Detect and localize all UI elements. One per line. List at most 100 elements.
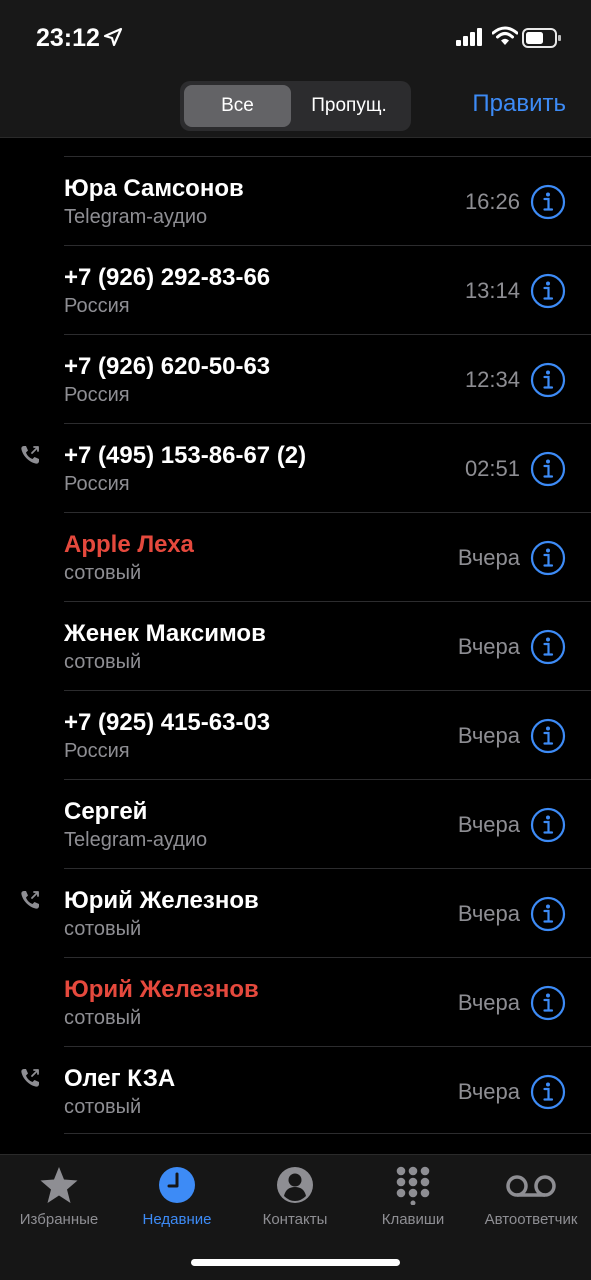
row-divider [64,1133,591,1134]
tab-label: Контакты [262,1211,328,1228]
row-divider [64,868,591,869]
list-item-partial [0,138,591,156]
edit-button[interactable]: Править [472,90,566,118]
info-icon[interactable] [530,807,566,843]
tab-recents[interactable]: Недавние [118,1155,236,1245]
row-divider [64,690,591,691]
call-type-label: сотовый [64,562,142,584]
segment-all[interactable]: Все [184,85,291,127]
call-time: 12:34 [464,367,520,392]
caller-name: +7 (926) 292-83-66 [64,264,271,291]
filter-segmented-control: Все Пропущ. [180,81,411,131]
info-icon[interactable] [530,896,566,932]
person-icon [277,1167,313,1203]
row-divider [64,245,591,246]
info-icon[interactable] [530,1074,566,1110]
info-icon[interactable] [530,184,566,220]
call-list-item[interactable]: Женек Максимов сотовый Вчера [0,601,591,690]
caller-name: +7 (926) 620-50-63 [64,353,271,380]
info-icon[interactable] [530,451,566,487]
keypad-icon [396,1166,430,1205]
status-time: 23:12 [36,24,100,52]
call-list-item[interactable]: +7 (925) 415-63-03 Россия Вчера [0,690,591,779]
call-type-label: сотовый [64,918,142,940]
row-divider [64,423,591,424]
call-type-label: Россия [64,473,130,495]
info-icon[interactable] [530,273,566,309]
outgoing-call-icon [19,889,41,911]
battery-icon [522,28,561,48]
caller-name: Apple Леха [64,531,194,558]
status-bar: 23:12 [0,0,591,78]
home-indicator[interactable] [191,1259,400,1266]
caller-name: +7 (495) 153-86-67 (2) [64,442,307,469]
row-divider [64,779,591,780]
caller-name: Сергей [64,798,148,825]
star-icon [40,1167,78,1203]
info-icon[interactable] [530,540,566,576]
info-icon[interactable] [530,362,566,398]
call-list-item[interactable]: +7 (495) 153-86-67 (2) Россия 02:51 [0,423,591,512]
call-list-item[interactable]: Юра Самсонов Telegram-аудио 16:26 [0,156,591,245]
nav-bar: Все Пропущ. Править [0,78,591,138]
recent-calls-list[interactable]: Юра Самсонов Telegram-аудио 16:26 +7 (926) … [0,138,591,1154]
tab-label: Недавние [142,1211,212,1228]
call-time: Вчера [457,812,520,837]
caller-name: Юра Самсонов [64,175,244,202]
tab-label: Избранные [19,1211,99,1228]
row-divider [64,156,591,157]
call-type-label: Telegram-аудио [64,206,208,228]
tab-keypad[interactable]: Клавиши [354,1155,472,1245]
call-time: 13:14 [464,278,520,303]
tab-favorites[interactable]: Избранные [0,1155,118,1245]
call-type-label: сотовый [64,1096,142,1118]
row-divider [64,1046,591,1047]
caller-name: Женек Максимов [64,620,266,647]
call-time: Вчера [457,901,520,926]
call-list-item[interactable]: Олег КЗА сотовый Вчера [0,1046,591,1135]
caller-name: Юрий Железнов [64,887,259,914]
call-list-item[interactable]: Сергей Telegram-аудио Вчера [0,779,591,868]
call-time: Вчера [457,545,520,570]
call-list-item[interactable]: +7 (926) 292-83-66 Россия 13:14 [0,245,591,334]
cellular-signal-icon [456,28,482,46]
tab-voicemail[interactable]: Автоответчик [472,1155,590,1245]
call-time: Вчера [457,990,520,1015]
call-type-label: Россия [64,740,130,762]
call-time: 02:51 [464,456,520,481]
tab-contacts[interactable]: Контакты [236,1155,354,1245]
tab-label: Клавиши [381,1211,445,1228]
info-icon[interactable] [530,985,566,1021]
phone-screen: 23:12 Все Пропущ. Править Юра Самсонов T… [0,0,591,1280]
call-list-item[interactable]: Apple Леха сотовый Вчера [0,512,591,601]
caller-name: Юрий Железнов [64,976,259,1003]
outgoing-call-icon [19,1067,41,1089]
wifi-icon [492,26,518,45]
tab-label: Автоответчик [484,1211,578,1228]
row-divider [64,601,591,602]
row-divider [64,334,591,335]
row-divider [64,957,591,958]
clock-icon [159,1167,195,1203]
caller-name: Олег КЗА [64,1065,176,1092]
caller-name: +7 (925) 415-63-03 [64,709,271,736]
info-icon[interactable] [530,629,566,665]
call-list-item[interactable]: Юрий Железнов сотовый Вчера [0,868,591,957]
row-divider [64,512,591,513]
call-type-label: Россия [64,295,130,317]
call-time: Вчера [457,1079,520,1104]
call-type-label: Россия [64,384,130,406]
call-time: Вчера [457,723,520,748]
call-list-item[interactable]: +7 (926) 620-50-63 Россия 12:34 [0,334,591,423]
call-list-item[interactable]: Юрий Железнов сотовый Вчера [0,957,591,1046]
call-type-label: сотовый [64,1007,142,1029]
outgoing-call-icon [19,444,41,466]
call-time: Вчера [457,634,520,659]
info-icon[interactable] [530,718,566,754]
call-type-label: Telegram-аудио [64,829,208,851]
voicemail-icon [506,1175,556,1197]
location-arrow-icon [103,27,123,47]
segment-missed[interactable]: Пропущ. [292,85,406,127]
call-type-label: сотовый [64,651,142,673]
call-time: 16:26 [464,189,520,214]
